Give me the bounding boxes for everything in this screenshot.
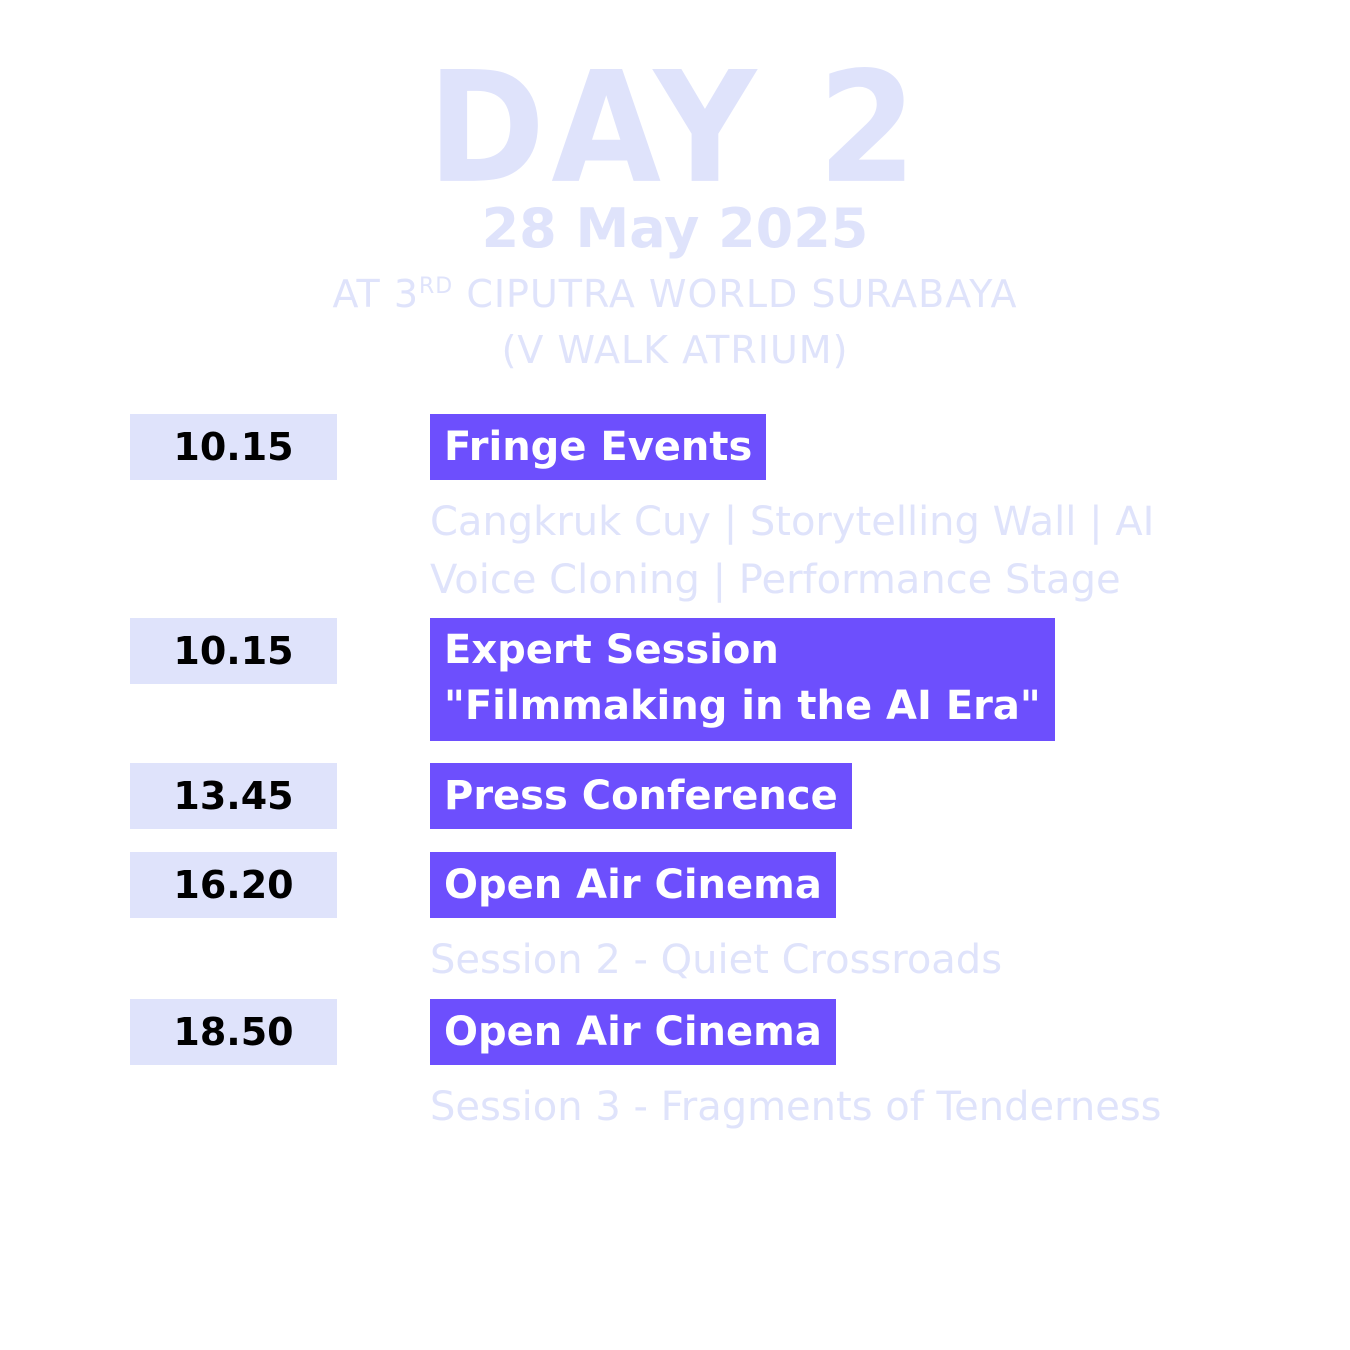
time-slot-4: 16.20	[130, 852, 337, 918]
event-date: 28 May 2025	[481, 197, 869, 260]
time-slot-1: 10.15	[130, 414, 337, 480]
venue-prefix: AT 3	[332, 272, 419, 316]
day-title: DAY 2	[427, 39, 923, 218]
event-details-session-3: Session 3 - Fragments of Tenderness	[430, 1084, 1162, 1130]
event-details-session-2: Session 2 - Quiet Crossroads	[430, 937, 1003, 983]
event-title-line-2: "Filmmaking in the AI Era"	[444, 683, 1041, 729]
time-slot-5: 18.50	[130, 999, 337, 1065]
time-slot-2: 10.15	[130, 618, 337, 684]
venue-name: CIPUTRA WORLD SURABAYA	[453, 272, 1018, 316]
event-details-line-1: Cangkruk Cuy | Storytelling Wall | AI	[430, 499, 1155, 545]
event-title-press-conference: Press Conference	[430, 763, 852, 829]
time-slot-3: 13.45	[130, 763, 337, 829]
venue-line-1: AT 3RD CIPUTRA WORLD SURABAYA	[0, 270, 1350, 318]
event-title-open-air-cinema-2: Open Air Cinema	[430, 999, 836, 1065]
event-details-line-2: Voice Cloning | Performance Stage	[430, 557, 1121, 603]
event-title-open-air-cinema-1: Open Air Cinema	[430, 852, 836, 918]
event-title-line-1: Expert Session	[444, 627, 779, 673]
event-title-expert-session: Expert Session "Filmmaking in the AI Era…	[430, 618, 1055, 741]
venue-ordinal-suffix: RD	[419, 274, 454, 299]
venue-line-2: (V WALK ATRIUM)	[501, 328, 849, 372]
event-title-fringe-events: Fringe Events	[430, 414, 767, 480]
